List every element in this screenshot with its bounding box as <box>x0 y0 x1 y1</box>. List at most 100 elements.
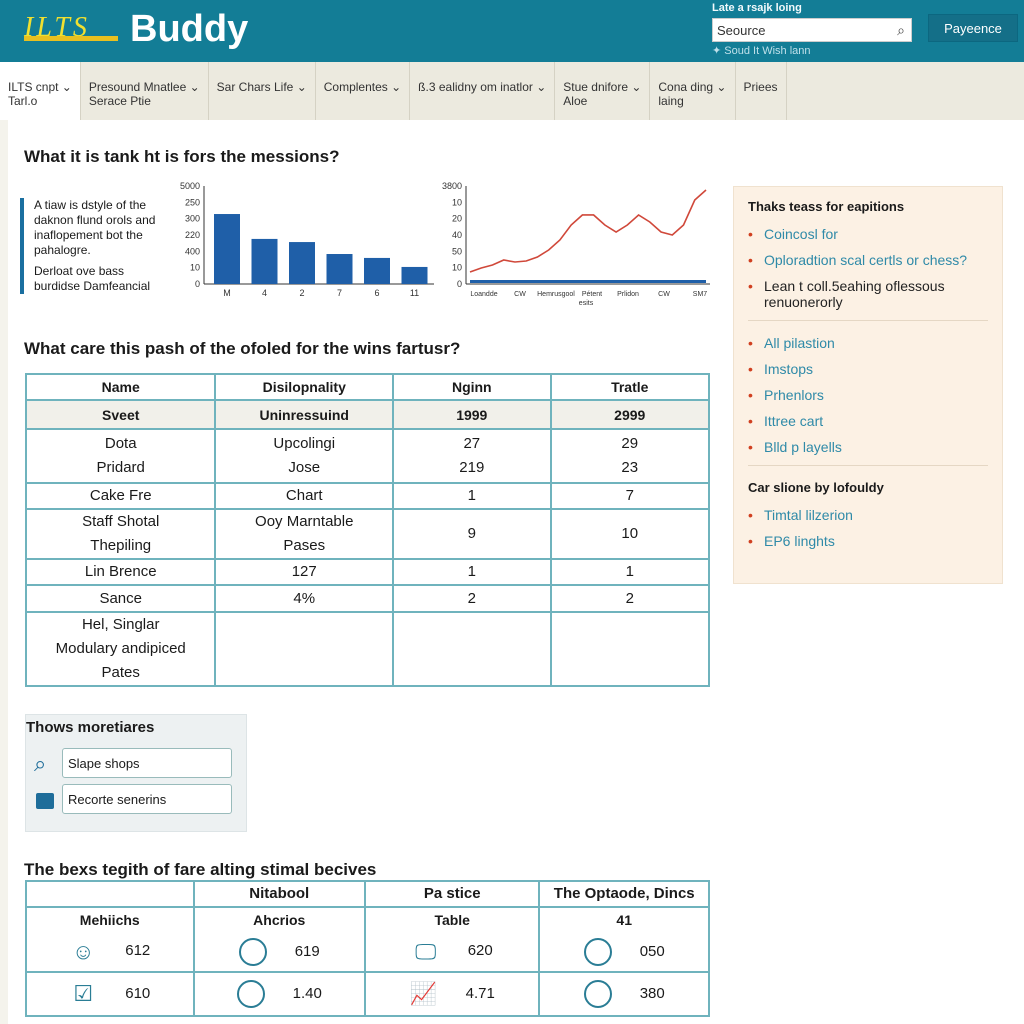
table-row: Cake Fre Chart 1 7 <box>24 482 711 510</box>
panel-link[interactable]: Coincosl for <box>748 226 988 242</box>
nav-label: Presound Mnatlee ⌄ <box>88 80 200 94</box>
radio-button[interactable] <box>236 980 265 1008</box>
x-tick-label: 4 <box>262 288 267 298</box>
table-cell: 2 <box>392 584 552 613</box>
y-tick-label: 5000 <box>180 181 200 191</box>
section1-title: What it is tank ht is fors the messions? <box>24 147 340 166</box>
table-cell: Chart <box>214 482 395 510</box>
main-nav: ILTS cnpt ⌄ Tarl.o Presound Mnatlee ⌄ Serac… <box>0 62 1024 120</box>
table-row: ☺ 612 619 🖵 620 050 <box>25 932 710 973</box>
table-cell: 4% <box>214 584 395 613</box>
sub-link[interactable]: ✦ Soud It Wish lann <box>712 44 811 57</box>
search-input[interactable]: Seource ⌕ <box>712 18 912 42</box>
chart-icon[interactable]: 📈 <box>410 982 438 1006</box>
monitor-icon[interactable]: 🖵 <box>412 939 440 964</box>
nav-sublabel: Tarl.o <box>8 94 38 108</box>
divider <box>748 320 988 321</box>
section3-title: The bexs tegith of fare alting stimal be… <box>24 860 377 879</box>
nav-item[interactable]: ß.3 ealidny om inatlor ⌄ <box>410 62 556 120</box>
nav-item[interactable]: ILTS cnpt ⌄ Tarl.o <box>0 62 81 120</box>
payeence-button[interactable]: Payeence <box>928 14 1018 42</box>
cell-value: 610 <box>125 984 151 1002</box>
nav-sublabel: Aloe <box>563 94 588 108</box>
search-icon[interactable]: ⌕ <box>897 22 905 39</box>
bar <box>401 266 428 284</box>
table-cell: 27 219 <box>392 428 552 484</box>
table-cell: 619 <box>192 932 366 973</box>
table-cell: ☺ 612 <box>25 932 195 973</box>
radio-button[interactable] <box>238 937 267 966</box>
column-header: Pa stice <box>363 880 541 907</box>
column-header: Nginn <box>392 373 552 401</box>
nav-item[interactable]: Priees <box>736 62 787 120</box>
table-cell: 9 <box>392 508 552 560</box>
x-tick-label: 2 <box>299 288 304 298</box>
checkbox-checked[interactable]: ☑ <box>69 982 97 1006</box>
table-cell: Sveet <box>24 399 217 430</box>
nav-label: Priees <box>743 80 778 94</box>
panel-link[interactable]: Oploradtion scal certls or chess? <box>748 252 988 268</box>
panel-subtitle: Car slione by lofouldy <box>748 480 884 495</box>
panel-link[interactable]: Blld p layells <box>748 439 988 455</box>
column-header: Tratle <box>549 373 711 401</box>
nav-item[interactable]: Stue dnifore ⌄ Aloe <box>555 62 651 120</box>
y-tick-label: 3800 <box>442 181 462 191</box>
nav-item[interactable]: Sar Chars Life ⌄ <box>209 62 316 120</box>
nav-item[interactable]: Complentes ⌄ <box>316 62 411 120</box>
filter-search-input[interactable]: Slape shops <box>62 748 232 778</box>
nav-item[interactable]: Cona ding ⌄ laing <box>650 62 736 120</box>
table-cell: 📈 4.71 <box>363 971 541 1017</box>
cell-value: 380 <box>639 984 665 1002</box>
panel-link[interactable]: Timtal lilzerion <box>748 507 988 523</box>
panel-link[interactable]: Imstops <box>748 361 988 377</box>
panel-link[interactable]: All pilastion <box>748 335 988 351</box>
table-row: Staff Shotal Thepiling Ooy Marntable Pase… <box>24 508 711 560</box>
x-tick-label: Pétent <box>582 291 602 298</box>
nav-label: Sar Chars Life ⌄ <box>216 80 307 94</box>
column-header: The Optaode, Dincs <box>538 880 710 907</box>
y-tick-label: 250 <box>185 197 200 207</box>
column-subheader: Mehiichs <box>25 906 195 932</box>
bar-chart: 5000 250 300 220 400 10 0 M 4 2 7 6 11 <box>180 181 434 298</box>
radio-button[interactable] <box>583 980 612 1008</box>
column-header: Disilopnality <box>214 373 395 401</box>
nav-sublabel: laing <box>658 94 684 108</box>
search-icon: ⌕ <box>34 751 47 776</box>
cell-value: 612 <box>125 942 151 960</box>
column-subheader: Table <box>363 906 541 932</box>
table-header-row: Nitabool Pa stice The Optaode, Dincs <box>25 880 710 907</box>
table-cell <box>549 611 711 687</box>
panel-link[interactable]: Ittree cart <box>748 413 988 429</box>
table-row: Sance 4% 2 2 <box>24 584 711 613</box>
table-cell: 2 <box>549 584 711 613</box>
radio-button[interactable] <box>583 937 612 966</box>
table-row: Hel, Singlar Modulary andipiced Pates <box>24 611 711 687</box>
x-tick-label: 7 <box>337 288 342 298</box>
x-tick-label: Prlidon <box>617 291 639 298</box>
search-placeholder: Seource <box>717 23 766 38</box>
cell-value: 4.71 <box>465 984 495 1002</box>
column-subheader: Ahcrios <box>192 906 366 932</box>
face-icon[interactable]: ☺ <box>69 939 97 964</box>
panel-link[interactable]: EP6 linghts <box>748 533 988 549</box>
x-tick-label: 11 <box>410 288 419 298</box>
table-cell <box>214 611 395 687</box>
briefcase-icon <box>36 793 54 809</box>
table-cell: 1 <box>392 558 552 586</box>
filter-recent-input[interactable]: Recorte senerins <box>62 784 232 814</box>
panel-link[interactable]: Prhenlors <box>748 387 988 403</box>
sub-link-label: Soud It Wish lann <box>724 45 811 57</box>
table-cell: 10 <box>549 508 711 560</box>
tips-panel: Thaks teass for eapitions Coincosl for O… <box>733 186 1003 584</box>
line-series <box>469 189 707 273</box>
nav-label: ß.3 ealidny om inatlor ⌄ <box>418 80 547 94</box>
bar <box>289 242 315 284</box>
top-note[interactable]: Late a rsajk loing <box>712 2 802 15</box>
divider <box>748 465 988 466</box>
table-cell: 127 <box>214 558 395 586</box>
nav-label: Cona ding ⌄ <box>658 80 727 94</box>
nav-item[interactable]: Presound Mnatlee ⌄ Serace Ptie <box>81 62 209 120</box>
cell-value: 1.40 <box>292 984 322 1002</box>
bar <box>326 254 353 284</box>
y-tick-label: 0 <box>457 279 462 289</box>
